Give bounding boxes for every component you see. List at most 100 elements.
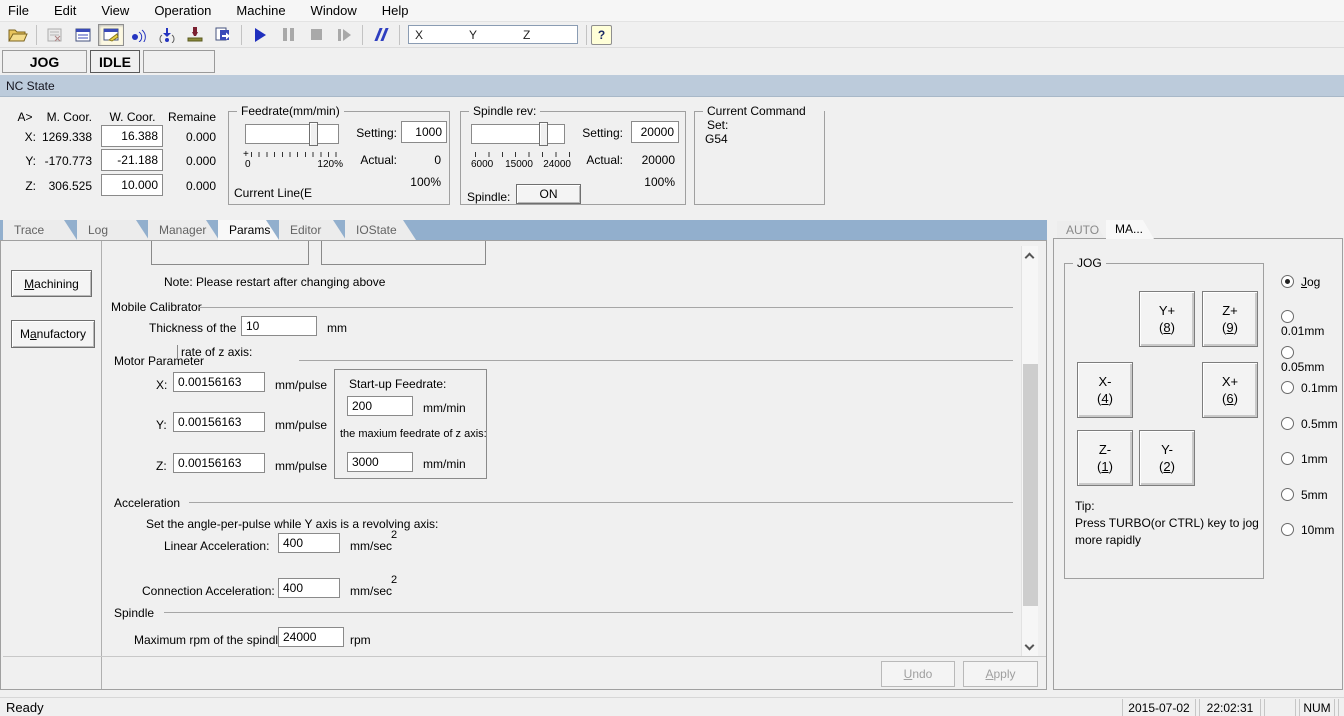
max-rpm-input[interactable]: 24000 bbox=[278, 627, 344, 647]
work-coord-z[interactable]: 10.000 bbox=[101, 174, 163, 196]
log-view-button[interactable] bbox=[70, 24, 96, 46]
status-date: 2015-07-02 bbox=[1122, 699, 1196, 716]
jog-z-minus-button[interactable]: Z- (1) bbox=[1077, 430, 1133, 486]
linear-accel-input[interactable]: 400 bbox=[278, 533, 340, 553]
clipped-input-box-2[interactable] bbox=[321, 241, 486, 265]
radio-icon[interactable] bbox=[1281, 381, 1294, 394]
menu-machine[interactable]: Machine bbox=[236, 1, 296, 20]
feedrate-setting-value[interactable]: 1000 bbox=[401, 121, 447, 143]
trace-doc-icon bbox=[47, 28, 62, 41]
back-to-workpiece-origin-button[interactable] bbox=[154, 24, 180, 46]
scroll-up-icon[interactable] bbox=[1024, 252, 1035, 263]
tab-iostate[interactable]: IOState bbox=[345, 220, 416, 240]
spindle-slider-thumb[interactable] bbox=[539, 122, 548, 146]
radio-icon[interactable] bbox=[1281, 346, 1294, 359]
nc-state-title: NC State bbox=[6, 78, 55, 93]
radio-selected-icon[interactable] bbox=[1281, 275, 1294, 288]
jog-z-plus-button[interactable]: Z+ (9) bbox=[1202, 291, 1258, 347]
startup-feedrate-input[interactable]: 200 bbox=[347, 396, 413, 416]
step-radio-05mm[interactable]: 0.5mm bbox=[1281, 417, 1338, 431]
simulate-button[interactable] bbox=[368, 24, 394, 46]
command-set-group: Current Command Set: G54 bbox=[694, 104, 825, 205]
clipped-input-box-1[interactable] bbox=[151, 241, 309, 265]
thickness-input[interactable]: 10 bbox=[241, 316, 317, 336]
tab-params[interactable]: Params bbox=[218, 220, 279, 240]
startup-feedrate-title: Start-up Feedrate: bbox=[349, 377, 447, 391]
current-line-label: Current Line(E bbox=[234, 186, 313, 200]
feedrate-slider-thumb[interactable] bbox=[309, 122, 318, 146]
tab-auto[interactable]: AUTO bbox=[1057, 221, 1105, 239]
step-radio-01mm[interactable]: 0.1mm bbox=[1281, 381, 1338, 395]
manufactory-category-button[interactable]: Manufactory bbox=[11, 320, 95, 348]
menu-edit[interactable]: Edit bbox=[54, 1, 87, 20]
radio-icon[interactable] bbox=[1281, 452, 1294, 465]
work-coord-y[interactable]: -21.188 bbox=[101, 149, 163, 171]
jog-x-plus-button[interactable]: X+ (6) bbox=[1202, 362, 1258, 418]
tab-manager[interactable]: Manager bbox=[148, 220, 219, 240]
motor-y-label: Y: bbox=[156, 418, 167, 432]
menu-window[interactable]: Window bbox=[311, 1, 368, 20]
menu-view[interactable]: View bbox=[101, 1, 140, 20]
signal-arrow-icon bbox=[159, 27, 175, 43]
motor-y-input[interactable]: 0.00156163 bbox=[173, 412, 265, 432]
step-radio-005mm[interactable]: 0.05mm bbox=[1281, 346, 1342, 374]
jog-y-minus-button[interactable]: Y- (2) bbox=[1139, 430, 1195, 486]
radio-icon[interactable] bbox=[1281, 310, 1294, 323]
radio-icon[interactable] bbox=[1281, 523, 1294, 536]
restart-note: Note: Please restart after changing abov… bbox=[164, 275, 386, 289]
menu-operation[interactable]: Operation bbox=[154, 1, 222, 20]
connection-accel-unit: mm/sec bbox=[350, 584, 392, 598]
double-slash-icon bbox=[373, 28, 389, 41]
status-time: 22:02:31 bbox=[1199, 699, 1261, 716]
calibrator-icon bbox=[187, 27, 203, 42]
vertical-divider bbox=[101, 241, 102, 689]
mode-jog-box[interactable]: JOG bbox=[2, 50, 87, 73]
mobile-calibrator-title: Mobile Calibrator bbox=[111, 300, 202, 314]
feedrate-scale-min: 0 bbox=[245, 159, 251, 170]
spindle-slider-track[interactable] bbox=[471, 124, 565, 144]
menu-file[interactable]: File bbox=[8, 1, 40, 20]
tab-log[interactable]: Log bbox=[77, 220, 149, 240]
step-radio-1mm[interactable]: 1mm bbox=[1281, 452, 1328, 466]
jog-x-minus-button[interactable]: X- (4) bbox=[1077, 362, 1133, 418]
motor-x-input[interactable]: 0.00156163 bbox=[173, 372, 265, 392]
open-file-button[interactable] bbox=[5, 24, 31, 46]
step-radio-jog[interactable]: Jog bbox=[1281, 275, 1320, 289]
start-button[interactable] bbox=[247, 24, 273, 46]
spindle-scale-mid: 15000 bbox=[505, 159, 533, 170]
spindle-setting-value[interactable]: 20000 bbox=[631, 121, 679, 143]
tab-trace[interactable]: Trace bbox=[3, 220, 77, 240]
tab-editor[interactable]: Editor bbox=[279, 220, 346, 240]
tab-manual[interactable]: MA... bbox=[1106, 220, 1154, 239]
step-radio-001mm[interactable]: 0.01mm bbox=[1281, 310, 1342, 338]
manual-pad-toggle-pressed[interactable] bbox=[98, 23, 124, 46]
spindle-on-button[interactable]: ON bbox=[516, 184, 581, 204]
goto-reference-button[interactable] bbox=[126, 24, 152, 46]
zmax-feedrate-input[interactable]: 3000 bbox=[347, 452, 413, 472]
toolbar-separator bbox=[586, 24, 587, 45]
export-button[interactable] bbox=[210, 24, 236, 46]
xyz-command-input[interactable]: X Y Z bbox=[408, 25, 578, 44]
connection-accel-sup: 2 bbox=[391, 574, 398, 586]
jog-y-plus-button[interactable]: Y+ (8) bbox=[1139, 291, 1195, 347]
help-button[interactable]: ? bbox=[591, 24, 612, 45]
connection-accel-input[interactable]: 400 bbox=[278, 578, 340, 598]
scrollbar-thumb[interactable] bbox=[1023, 364, 1038, 606]
jog-group-legend: JOG bbox=[1073, 256, 1106, 270]
step-radio-5mm[interactable]: 5mm bbox=[1281, 488, 1328, 502]
motor-z-input[interactable]: 0.00156163 bbox=[173, 453, 265, 473]
step-radio-10mm[interactable]: 10mm bbox=[1281, 523, 1334, 537]
machining-category-button[interactable]: Machining bbox=[11, 270, 92, 297]
mobile-calibrator-button[interactable] bbox=[182, 24, 208, 46]
xyz-x-label: X bbox=[415, 28, 424, 42]
radio-icon[interactable] bbox=[1281, 417, 1294, 430]
command-set-value: G54 bbox=[705, 132, 728, 146]
work-coord-x[interactable]: 16.388 bbox=[101, 125, 163, 147]
scroll-down-icon[interactable] bbox=[1024, 640, 1035, 651]
apply-button: Apply bbox=[963, 661, 1038, 687]
menu-help[interactable]: Help bbox=[382, 1, 420, 20]
radio-icon[interactable] bbox=[1281, 488, 1294, 501]
params-scrollbar[interactable] bbox=[1021, 246, 1038, 656]
status-empty-cell bbox=[1264, 699, 1296, 716]
feedrate-slider-track[interactable] bbox=[245, 124, 339, 144]
